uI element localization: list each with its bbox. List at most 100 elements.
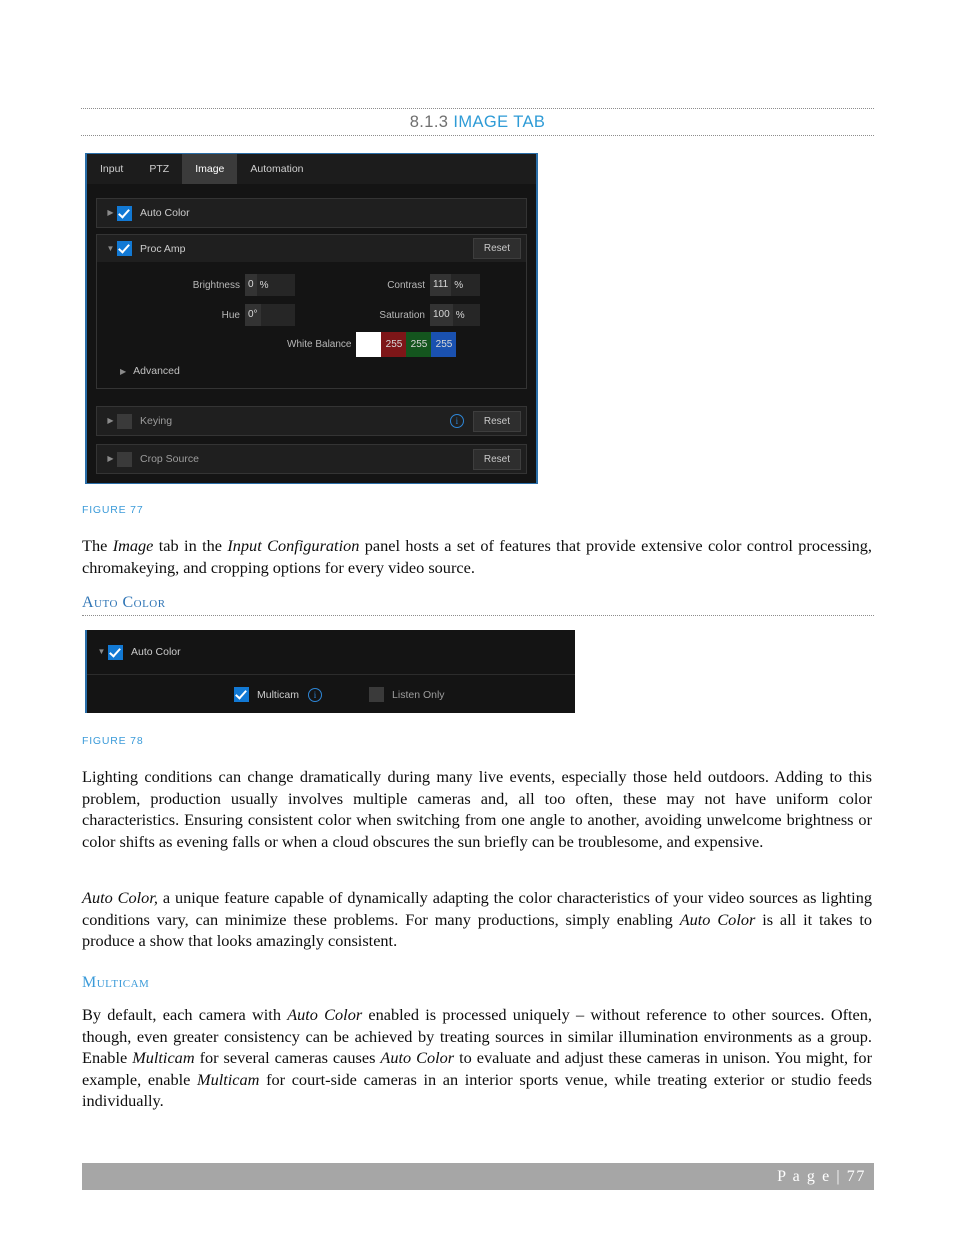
contrast-control: Contrast 111 % bbox=[295, 274, 480, 296]
paragraph-lighting: Lighting conditions can change dramatica… bbox=[82, 767, 872, 851]
auto-color-expander-icon[interactable]: ▶ bbox=[104, 209, 117, 217]
multicam-option: Multicam i bbox=[234, 687, 323, 702]
auto-color-panel: ▼ Auto Color Multicam i Listen Only bbox=[85, 630, 575, 713]
multicam-emphasis-d: Multicam bbox=[132, 1048, 195, 1067]
proc-amp-reset-button[interactable]: Reset bbox=[472, 238, 521, 259]
saturation-input[interactable]: 100 % bbox=[430, 304, 480, 326]
brightness-label: Brightness bbox=[192, 279, 240, 291]
image-tab-panel: Input PTZ Image Automation ▶ Auto Color … bbox=[85, 153, 538, 484]
multicam-checkbox[interactable] bbox=[234, 687, 249, 702]
proc-amp-label: Proc Amp bbox=[140, 242, 186, 255]
paragraph-auto-color: Auto Color, a unique feature capable of … bbox=[82, 887, 872, 952]
paragraph-intro: The Image tab in the Input Configuration… bbox=[82, 535, 872, 578]
advanced-expander-icon[interactable]: ▶ bbox=[120, 367, 126, 376]
proc-amp-body: Brightness 0 % Contrast 111 % Hue 0° Sat… bbox=[97, 262, 526, 388]
contrast-label: Contrast bbox=[387, 279, 425, 291]
heading-rule-bottom bbox=[81, 135, 874, 136]
proc-amp-checkbox[interactable] bbox=[117, 241, 132, 256]
hue-input[interactable]: 0° bbox=[245, 304, 295, 326]
proc-amp-expander-icon[interactable]: ▼ bbox=[104, 244, 117, 253]
section-title: IMAGE TAB bbox=[453, 113, 546, 131]
multicam-emphasis-b: Auto Color bbox=[287, 1005, 363, 1024]
intro-text-c: tab in the bbox=[153, 536, 228, 555]
crop-source-reset-button[interactable]: Reset bbox=[472, 448, 521, 470]
info-icon[interactable]: i bbox=[449, 414, 464, 428]
brightness-value: 0 bbox=[245, 274, 257, 296]
crop-source-block: ▶ Crop Source Reset bbox=[96, 444, 527, 474]
proc-amp-block: ▼ Proc Amp Reset Brightness 0 % Contrast… bbox=[96, 234, 527, 389]
white-balance-swatch-green[interactable]: 255 bbox=[406, 332, 432, 357]
saturation-control: Saturation 100 % bbox=[295, 304, 480, 326]
paragraph-multicam: By default, each camera with Auto Color … bbox=[82, 1004, 872, 1112]
tab-image[interactable]: Image bbox=[182, 154, 238, 184]
brightness-input[interactable]: 0 % bbox=[245, 274, 295, 296]
brightness-control: Brightness 0 % bbox=[97, 274, 295, 296]
auto-color-label: Auto Color bbox=[140, 207, 190, 219]
hue-control: Hue 0° bbox=[97, 304, 295, 326]
auto-color-panel-header: ▼ Auto Color bbox=[87, 630, 575, 675]
auto-color-heading-rule bbox=[82, 615, 874, 616]
page-footer-bar: P a g e | 77 bbox=[82, 1163, 874, 1190]
auto-color-block: ▶ Auto Color bbox=[96, 198, 527, 228]
keying-checkbox[interactable] bbox=[117, 413, 132, 429]
brightness-unit: % bbox=[259, 279, 269, 291]
hue-label: Hue bbox=[221, 309, 240, 321]
listen-only-label: Listen Only bbox=[392, 688, 445, 701]
listen-only-option: Listen Only bbox=[369, 687, 445, 702]
keying-label: Keying bbox=[140, 415, 173, 427]
figure-77-caption: FIGURE 77 bbox=[82, 504, 144, 516]
contrast-unit: % bbox=[454, 279, 464, 291]
multicam-emphasis-f: Auto Color bbox=[380, 1048, 455, 1067]
white-balance-control: White Balance 255 255 255 bbox=[287, 332, 457, 357]
advanced-label: Advanced bbox=[133, 365, 180, 377]
proc-amp-header-row: ▼ Proc Amp Reset bbox=[97, 235, 526, 262]
multicam-label: Multicam bbox=[257, 688, 300, 701]
auto-color-checkbox[interactable] bbox=[117, 205, 132, 221]
white-balance-swatch-red[interactable]: 255 bbox=[381, 332, 407, 357]
crop-source-label: Crop Source bbox=[140, 453, 199, 465]
auto-color-heading-block: Auto Color bbox=[82, 594, 874, 616]
saturation-label: Saturation bbox=[379, 309, 425, 321]
intro-text-a: The bbox=[82, 536, 113, 555]
figure-78-caption: FIGURE 78 bbox=[82, 735, 144, 747]
listen-only-checkbox[interactable] bbox=[369, 687, 385, 702]
white-balance-swatch-white[interactable] bbox=[356, 332, 382, 357]
tab-automation[interactable]: Automation bbox=[237, 154, 316, 184]
auto-color-panel-expander-icon[interactable]: ▼ bbox=[95, 648, 108, 656]
intro-input-config-emphasis: Input Configuration bbox=[227, 536, 360, 555]
page-title: 8.1.3 IMAGE TAB bbox=[81, 109, 874, 135]
hue-value: 0° bbox=[245, 304, 261, 326]
page-number: P a g e | 77 bbox=[777, 1168, 866, 1185]
tab-ptz[interactable]: PTZ bbox=[136, 154, 182, 184]
contrast-input[interactable]: 111 % bbox=[430, 274, 480, 296]
advanced-row[interactable]: ▶ Advanced bbox=[120, 365, 180, 377]
auto-color-panel-label: Auto Color bbox=[131, 646, 181, 658]
multicam-text-e: for several cameras causes bbox=[194, 1048, 381, 1067]
auto-color-panel-checkbox[interactable] bbox=[108, 644, 123, 660]
keying-reset-button[interactable]: Reset bbox=[472, 410, 521, 432]
heading-auto-color: Auto Color bbox=[82, 594, 166, 611]
auto-color-options-row: Multicam i Listen Only bbox=[87, 676, 575, 713]
section-number: 8.1.3 bbox=[409, 113, 449, 131]
multicam-info-icon[interactable]: i bbox=[308, 687, 323, 702]
input-configuration-tabbar: Input PTZ Image Automation bbox=[87, 154, 536, 184]
intro-image-emphasis: Image bbox=[112, 536, 154, 555]
contrast-value: 111 bbox=[430, 274, 452, 296]
multicam-heading-block: Multicam bbox=[82, 974, 874, 995]
white-balance-swatch-blue[interactable]: 255 bbox=[431, 332, 457, 357]
saturation-value: 100 bbox=[430, 304, 453, 326]
autocolor-emphasis-c: Auto Color bbox=[679, 909, 756, 929]
autocolor-emphasis-lead: Auto Color, bbox=[82, 888, 158, 907]
tab-input[interactable]: Input bbox=[87, 154, 136, 184]
keying-block: ▶ Keying i Reset bbox=[96, 406, 527, 436]
crop-source-checkbox[interactable] bbox=[117, 451, 132, 467]
keying-expander-icon[interactable]: ▶ bbox=[104, 417, 117, 425]
white-balance-label: White Balance bbox=[287, 339, 352, 350]
multicam-text-a: By default, each camera with bbox=[82, 1005, 288, 1024]
saturation-unit: % bbox=[455, 309, 465, 321]
crop-source-expander-icon[interactable]: ▶ bbox=[104, 455, 117, 463]
document-page: 8.1.3 IMAGE TAB Input PTZ Image Automati… bbox=[0, 0, 954, 1235]
heading-multicam: Multicam bbox=[82, 974, 150, 991]
section-heading-block: 8.1.3 IMAGE TAB bbox=[81, 108, 874, 136]
multicam-emphasis-h: Multicam bbox=[197, 1069, 260, 1089]
